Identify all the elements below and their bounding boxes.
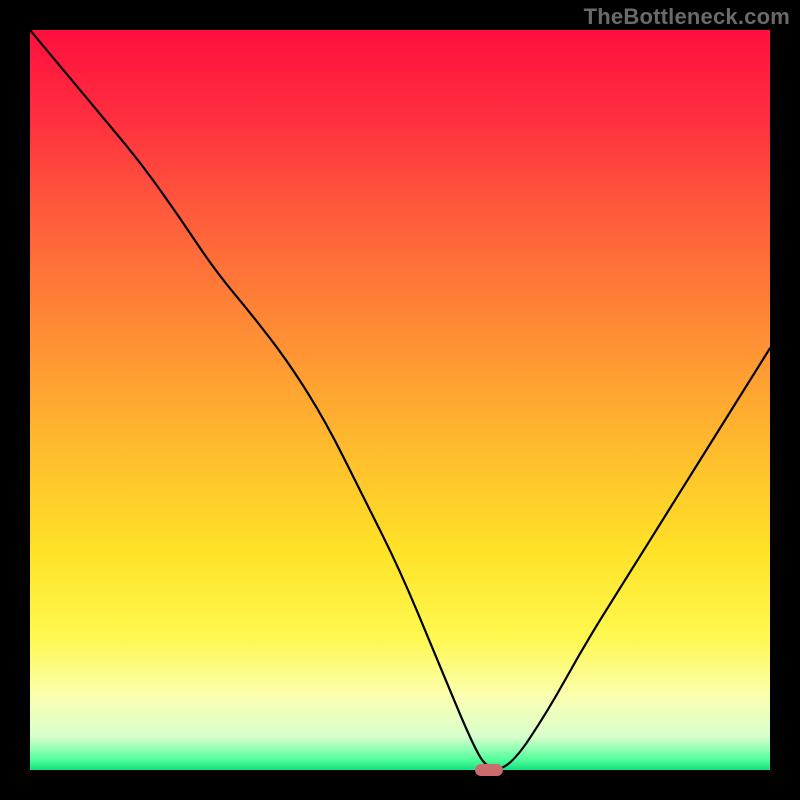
gradient-background: [30, 30, 770, 770]
optimal-point-marker: [475, 764, 503, 776]
bottleneck-chart: [30, 30, 770, 770]
chart-container: TheBottleneck.com: [0, 0, 800, 800]
watermark-text: TheBottleneck.com: [584, 4, 790, 30]
